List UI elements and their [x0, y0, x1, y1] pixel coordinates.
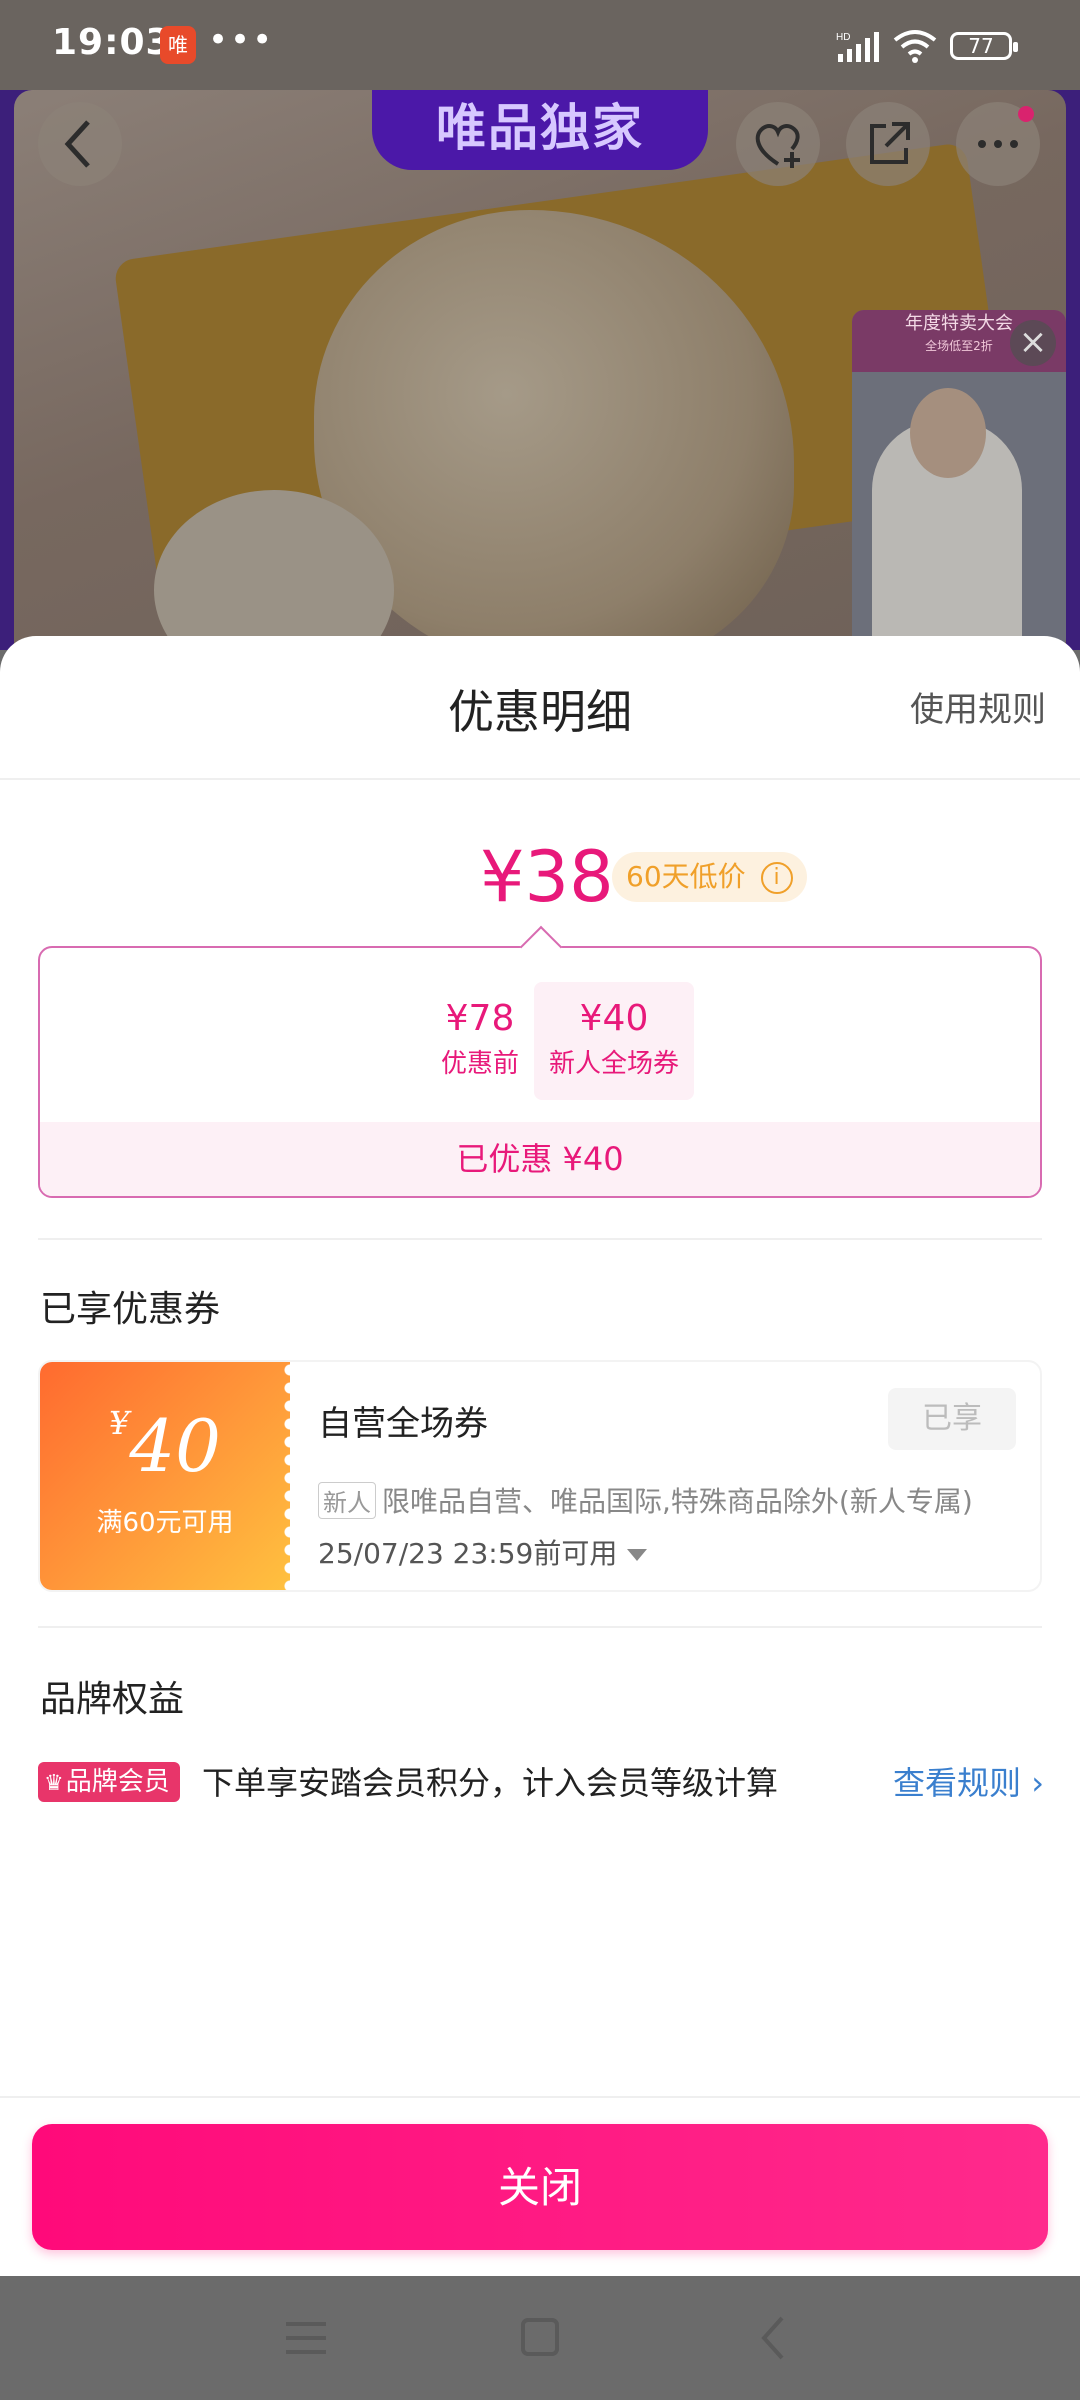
- notification-dot: [1018, 106, 1034, 122]
- coupons-section-title: 已享优惠券: [40, 1289, 221, 1330]
- coupon-currency: ¥: [109, 1404, 130, 1442]
- section-divider: [38, 1238, 1042, 1240]
- host-head: [910, 388, 986, 478]
- coupon-status-button: 已享: [888, 1388, 1016, 1450]
- price-calculation: ¥78 优惠前 - ¥40 新人全场券 已优惠 ¥40: [38, 946, 1042, 1198]
- low-price-label: 60天低价: [626, 860, 746, 893]
- coupon-expiry-text: 25/07/23 23:59前可用: [318, 1537, 618, 1570]
- close-button[interactable]: 关闭: [32, 2124, 1048, 2250]
- price-row: ¥38 60天低价 i: [0, 836, 1080, 926]
- live-close-icon[interactable]: ×: [1010, 320, 1056, 366]
- brand-benefit-row: ♛品牌会员 下单享安踏会员积分，计入会员等级计算 查看规则 ›: [0, 1756, 1080, 1816]
- status-bar: 19:03 唯 ••• HD 77: [0, 0, 1080, 90]
- home-icon[interactable]: [510, 2310, 570, 2366]
- system-nav-bar: [0, 2276, 1080, 2400]
- share-icon: [870, 122, 910, 164]
- view-rules-link[interactable]: 查看规则 ›: [893, 1758, 1044, 1804]
- usage-rules-link[interactable]: 使用规则: [910, 682, 1046, 731]
- chevron-left-icon: [64, 120, 90, 168]
- crown-icon: ♛: [44, 1771, 64, 1796]
- more-button[interactable]: [956, 102, 1040, 186]
- caret-down-icon: [627, 1549, 648, 1561]
- status-time: 19:03: [52, 22, 172, 63]
- coupon-amount: ¥40: [40, 1404, 290, 1488]
- brand-member-badge: ♛品牌会员: [38, 1762, 180, 1802]
- section-divider: [38, 1626, 1042, 1628]
- battery-indicator: 77: [950, 32, 1018, 60]
- coupon-deduction-value: ¥40: [579, 998, 649, 1039]
- product-header: 唯品独家 年度特卖大会 全场低至2折 ×: [0, 90, 1080, 650]
- favorite-button[interactable]: [736, 102, 820, 186]
- coupon-name: 自营全场券: [318, 1404, 488, 1444]
- coupon-description: 新人 限唯品自营、唯品国际,特殊商品除外(新人专属): [318, 1480, 973, 1520]
- brand-section-title: 品牌权益: [40, 1679, 185, 1720]
- discount-detail-sheet: 优惠明细 使用规则 ¥38 60天低价 i ¥78 优惠前 - ¥40 新人全场…: [0, 636, 1080, 2276]
- coupon-deduction: ¥40 新人全场券: [534, 982, 694, 1100]
- share-button[interactable]: [846, 102, 930, 186]
- signal-icon: HD: [836, 32, 879, 62]
- saved-amount: 已优惠 ¥40: [40, 1122, 1040, 1196]
- new-user-tag: 新人: [318, 1482, 376, 1519]
- back-button[interactable]: [38, 102, 122, 186]
- coupon-amount-panel: ¥40 满60元可用: [40, 1362, 298, 1590]
- back-nav-icon[interactable]: [744, 2310, 804, 2366]
- low-price-tag[interactable]: 60天低价 i: [612, 852, 807, 902]
- wifi-icon: [893, 30, 937, 63]
- info-icon: i: [760, 862, 793, 894]
- coupon-amount-value: 40: [129, 1404, 221, 1488]
- live-stream-window[interactable]: 年度特卖大会 全场低至2折 ×: [852, 310, 1066, 650]
- exclusive-label: 唯品独家: [372, 90, 708, 170]
- final-price: ¥38: [480, 836, 614, 918]
- benefit-description: 下单享安踏会员积分，计入会员等级计算: [202, 1764, 779, 1802]
- coupon-expiry[interactable]: 25/07/23 23:59前可用: [318, 1532, 648, 1572]
- coupon-description-text: 限唯品自营、唯品国际,特殊商品除外(新人专属): [382, 1485, 973, 1518]
- network-type: HD: [836, 32, 850, 43]
- coupon-card[interactable]: ¥40 满60元可用 自营全场券 已享 新人 限唯品自营、唯品国际,特殊商品除外(…: [38, 1360, 1042, 1592]
- more-notifications-icon: •••: [208, 20, 275, 60]
- coupon-condition: 满60元可用: [96, 1508, 234, 1538]
- header-divider: [0, 778, 1080, 780]
- heart-plus-icon: [755, 124, 800, 168]
- app-notification-icon: 唯: [160, 26, 196, 64]
- menu-icon[interactable]: [276, 2310, 336, 2366]
- live-banner-title: 年度特卖大会: [905, 313, 1013, 334]
- brand-member-label: 品牌会员: [65, 1767, 170, 1797]
- footer-divider: [0, 2096, 1080, 2098]
- coupon-deduction-label: 新人全场券: [548, 1049, 679, 1079]
